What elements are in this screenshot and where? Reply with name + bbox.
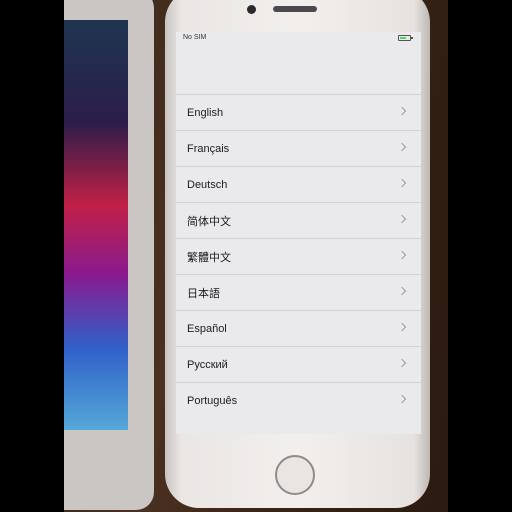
battery-icon xyxy=(398,35,413,41)
language-item-traditional-chinese[interactable]: 繁體中文 xyxy=(176,238,421,274)
chevron-right-icon xyxy=(397,358,407,367)
chevron-right-icon xyxy=(397,178,407,187)
battery-nub xyxy=(411,37,413,39)
chevron-right-icon xyxy=(397,106,407,115)
language-item-russian[interactable]: Русский xyxy=(176,346,421,382)
second-phone xyxy=(64,0,154,510)
chevron-right-icon xyxy=(397,142,407,151)
language-item-japanese[interactable]: 日本語 xyxy=(176,274,421,310)
battery-level xyxy=(400,37,406,39)
language-label: Русский xyxy=(187,358,228,371)
chevron-right-icon xyxy=(397,322,407,331)
setup-language-screen: No SIM English Français Deutsch 简体中文 繁體中… xyxy=(176,32,421,434)
front-camera-icon xyxy=(247,5,256,14)
language-label: English xyxy=(187,106,224,119)
language-label: 简体中文 xyxy=(187,215,231,228)
language-item-portuguese[interactable]: Português xyxy=(176,382,421,418)
language-label: Français xyxy=(187,142,230,155)
home-button[interactable] xyxy=(275,455,315,495)
language-item-spanish[interactable]: Español xyxy=(176,310,421,346)
carrier-label: No SIM xyxy=(183,34,207,41)
language-item-english[interactable]: English xyxy=(176,94,421,130)
photo-backdrop: No SIM English Français Deutsch 简体中文 繁體中… xyxy=(64,0,448,512)
language-label: Português xyxy=(187,394,238,407)
chevron-right-icon xyxy=(397,214,407,223)
second-phone-screen xyxy=(64,20,128,430)
chevron-right-icon xyxy=(397,286,407,295)
language-label: Español xyxy=(187,322,227,335)
language-label: 繁體中文 xyxy=(187,251,231,264)
language-item-french[interactable]: Français xyxy=(176,130,421,166)
earpiece-speaker xyxy=(273,6,317,12)
iphone-device: No SIM English Français Deutsch 简体中文 繁體中… xyxy=(165,0,430,508)
language-list: English Français Deutsch 简体中文 繁體中文 日本語 E… xyxy=(176,94,421,418)
language-item-german[interactable]: Deutsch xyxy=(176,166,421,202)
language-label: 日本語 xyxy=(187,287,220,300)
language-item-simplified-chinese[interactable]: 简体中文 xyxy=(176,202,421,238)
status-bar: No SIM xyxy=(176,32,421,46)
chevron-right-icon xyxy=(397,394,407,403)
language-label: Deutsch xyxy=(187,178,228,191)
chevron-right-icon xyxy=(397,250,407,259)
